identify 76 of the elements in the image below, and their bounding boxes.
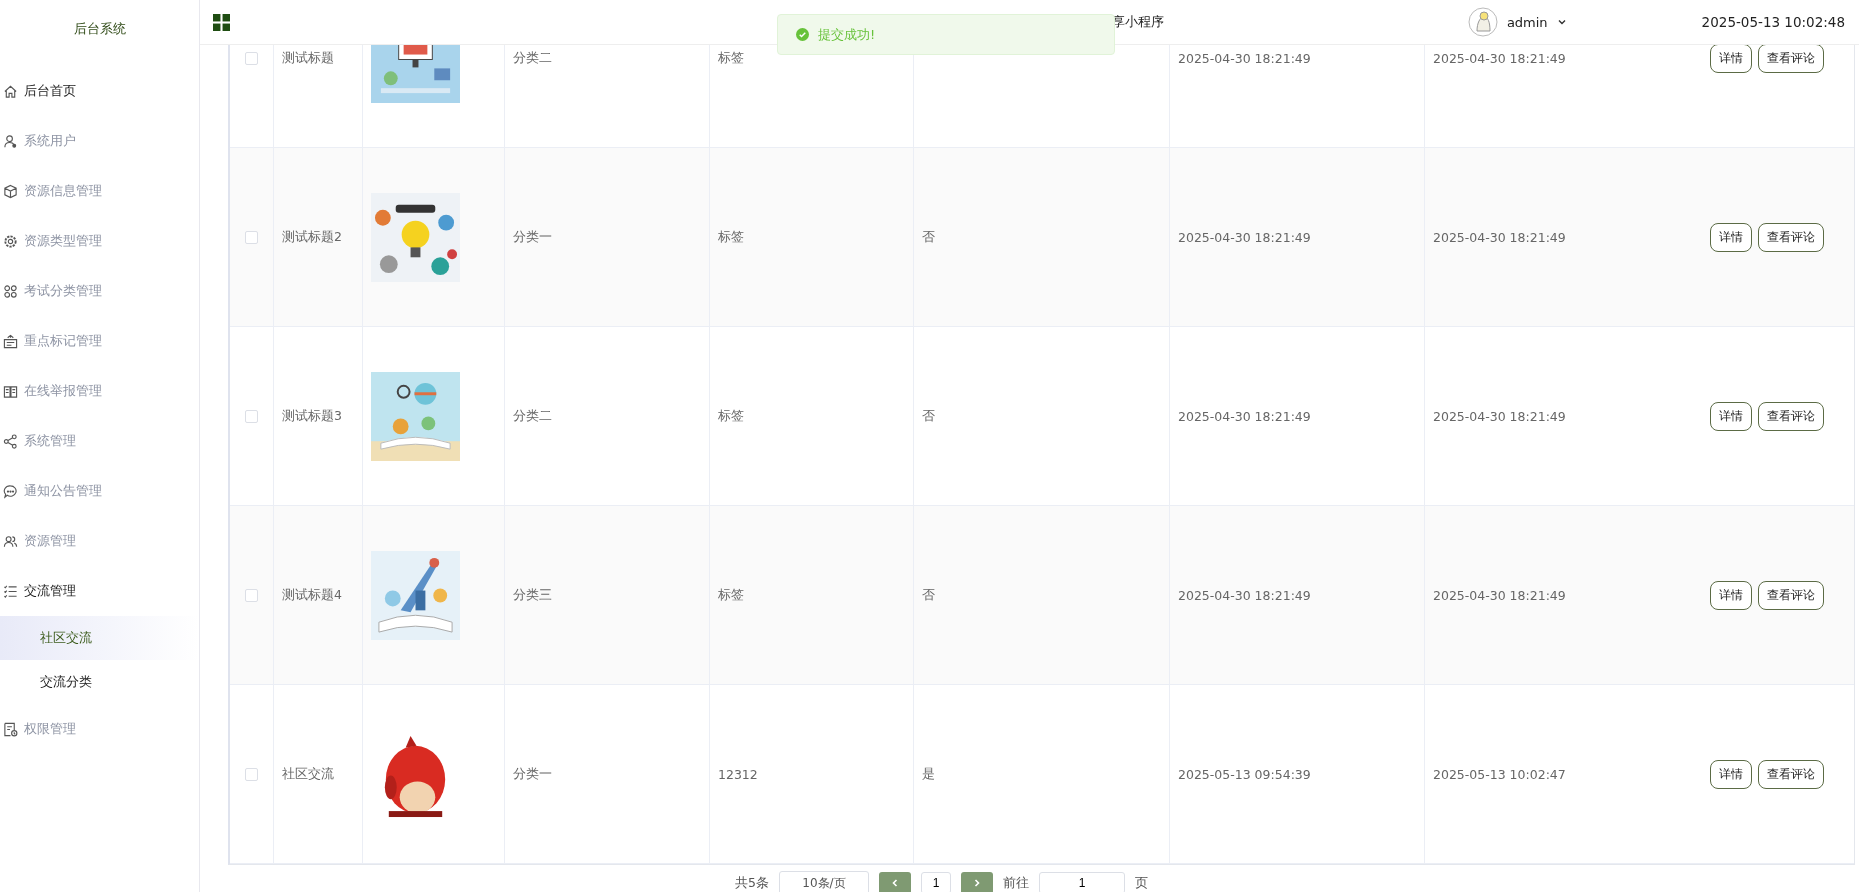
home-icon (3, 83, 18, 99)
page-size-select[interactable]: 10条/页 (778, 871, 869, 892)
details-button[interactable]: 详情 (1710, 759, 1752, 789)
row-checkbox[interactable] (245, 588, 258, 602)
table-cell: 否 (922, 586, 935, 604)
table-cell: 测试标题2 (282, 228, 342, 246)
table-cell: 分类三 (513, 586, 552, 604)
table-cell: 标签 (718, 586, 744, 604)
sidebar-item[interactable]: 后台首页 (0, 66, 199, 116)
document-icon (3, 721, 18, 737)
chevron-down-icon[interactable] (1556, 17, 1567, 27)
view-comments-button[interactable]: 查看评论 (1758, 401, 1824, 431)
avatar-icon[interactable] (1467, 7, 1498, 37)
page-unit: 页 (1134, 874, 1148, 892)
chat-icon (3, 483, 18, 499)
table-cell: 测试标题3 (282, 407, 342, 425)
row-checkbox[interactable] (245, 767, 258, 781)
table-cell: 2025-04-30 18:21:49 (1178, 50, 1311, 66)
table-cell: 2025-04-30 18:21:49 (1433, 587, 1566, 603)
row-checkbox[interactable] (245, 230, 258, 244)
sign-icon (3, 333, 18, 349)
view-comments-button[interactable]: 查看评论 (1758, 45, 1824, 73)
sidebar-subitem[interactable]: 交流分类 (0, 660, 199, 704)
table-cell: 分类一 (513, 765, 552, 783)
table-cell: 2025-04-30 18:21:49 (1178, 229, 1311, 245)
total-count: 共5条 (735, 874, 769, 892)
table-cell: 分类二 (513, 49, 552, 67)
goto-label: 前往 (1002, 874, 1029, 892)
table-cell: 2025-04-30 18:21:49 (1178, 587, 1311, 603)
details-button[interactable]: 详情 (1710, 401, 1752, 431)
table-cell: 测试标题4 (282, 586, 342, 604)
sidebar-item[interactable]: 交流管理 (0, 566, 199, 616)
table-cell: 2025-04-30 18:21:49 (1433, 50, 1566, 66)
next-page-button[interactable] (960, 872, 993, 892)
user-name[interactable]: admin (1506, 14, 1548, 30)
table-cell: 否 (922, 228, 935, 246)
grid-icon[interactable] (213, 13, 230, 31)
toast-message: 提交成功! (818, 25, 876, 44)
table-cell: 标签 (718, 228, 744, 246)
app-title: 后台系统 (72, 20, 127, 38)
row-checkbox[interactable] (245, 409, 258, 423)
row-checkbox[interactable] (245, 51, 258, 65)
datetime: 2025-05-13 10:02:48 (1701, 14, 1845, 30)
table-cell: 分类一 (513, 228, 552, 246)
table-cell: 12312 (718, 766, 758, 782)
details-button[interactable]: 详情 (1710, 222, 1752, 252)
book-icon (3, 383, 18, 399)
gear-icon (3, 233, 18, 249)
table-cell: 标签 (718, 407, 744, 425)
view-comments-button[interactable]: 查看评论 (1758, 580, 1824, 610)
table-cell: 否 (922, 407, 935, 425)
table-cell: 2025-05-13 09:54:39 (1178, 766, 1311, 782)
view-comments-button[interactable]: 查看评论 (1758, 759, 1824, 789)
goto-page-field[interactable]: 1 (1038, 872, 1125, 892)
share-icon (3, 433, 18, 449)
table-cell: 2025-04-30 18:21:49 (1178, 408, 1311, 424)
users-icon (3, 533, 18, 549)
details-button[interactable]: 详情 (1710, 580, 1752, 610)
table-cell: 2025-04-30 18:21:49 (1433, 408, 1566, 424)
table-cell: 标签 (718, 49, 744, 67)
page-title: 享小程序 (1112, 13, 1164, 31)
view-comments-button[interactable]: 查看评论 (1758, 222, 1824, 252)
page-button[interactable]: 1 (920, 872, 951, 892)
table-cell: 2025-05-13 10:02:47 (1433, 766, 1566, 782)
check-circle-icon (796, 28, 809, 41)
previous-page-button[interactable] (878, 872, 911, 892)
table-cell: 2025-04-30 18:21:49 (1433, 229, 1566, 245)
grid-icon (3, 283, 18, 299)
user-icon (3, 133, 18, 149)
list-icon (3, 583, 18, 599)
table-cell: 社区交流 (282, 765, 334, 783)
table-cell: 是 (922, 765, 935, 783)
table-cell: 测试标题 (282, 49, 334, 67)
cube-icon (3, 183, 18, 199)
details-button[interactable]: 详情 (1710, 45, 1752, 73)
table-cell: 分类二 (513, 407, 552, 425)
